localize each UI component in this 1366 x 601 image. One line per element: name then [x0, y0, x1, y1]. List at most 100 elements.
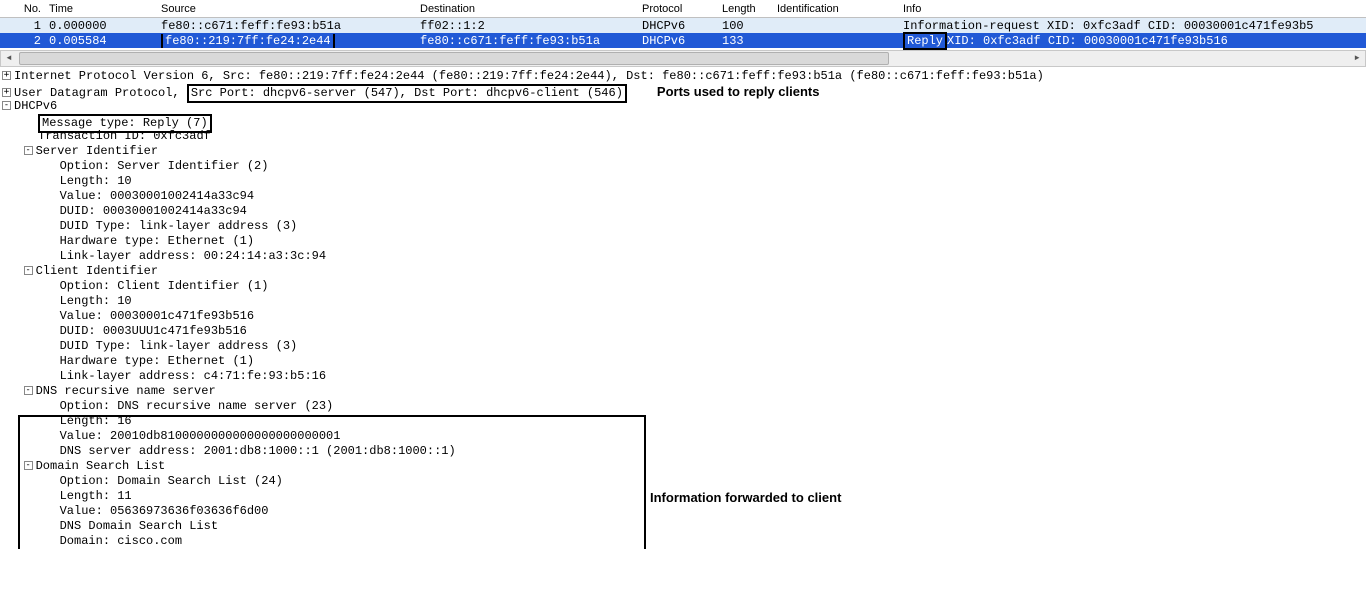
tree-line[interactable]: Value: 20010db8100000000000000000000001: [0, 429, 1366, 444]
column-header-ident[interactable]: Identification: [773, 2, 899, 16]
collapse-icon[interactable]: -: [2, 101, 11, 110]
tree-text: DUID: 00030001002414a33c94: [60, 204, 247, 218]
tree-line[interactable]: DUID: 00030001002414a33c94: [0, 204, 1366, 219]
tree-text: DUID: 0003UUU1c471fe93b516: [60, 324, 247, 338]
tree-text: Hardware type: Ethernet (1): [60, 354, 254, 368]
tree-line[interactable]: Value: 05636973636f03636f6d00: [0, 504, 1366, 519]
tree-text: Option: Domain Search List (24): [60, 474, 283, 488]
tree-line[interactable]: -DNS recursive name server: [0, 384, 1366, 399]
tree-line[interactable]: Transaction ID: 0xfc3adf: [0, 129, 1366, 144]
annotation-ports: Ports used to reply clients: [657, 84, 820, 99]
tree-line[interactable]: DUID: 0003UUU1c471fe93b516: [0, 324, 1366, 339]
column-header-info[interactable]: Info: [899, 2, 1366, 16]
column-header-dest[interactable]: Destination: [416, 2, 638, 16]
tree-line[interactable]: Option: Server Identifier (2): [0, 159, 1366, 174]
highlight-box: Reply: [903, 32, 947, 50]
cell-proto: DHCPv6: [638, 19, 718, 33]
tree-text: Link-layer address: 00:24:14:a3:3c:94: [60, 249, 326, 263]
tree-line[interactable]: DUID Type: link-layer address (3): [0, 339, 1366, 354]
column-header-length[interactable]: Length: [718, 2, 773, 16]
tree-line[interactable]: DNS Domain Search List: [0, 519, 1366, 534]
tree-text: Value: 00030001c471fe93b516: [60, 309, 254, 323]
horizontal-scrollbar[interactable]: ◄ ►: [0, 50, 1366, 67]
tree-text: Domain Search List: [36, 459, 166, 473]
tree-line[interactable]: -Domain Search List: [0, 459, 1366, 474]
tree-text: Option: DNS recursive name server (23): [60, 399, 334, 413]
column-header-source[interactable]: Source: [157, 2, 416, 16]
tree-line[interactable]: -Client Identifier: [0, 264, 1366, 279]
cell-length: 100: [718, 19, 773, 33]
tree-text: Value: 05636973636f03636f6d00: [60, 504, 269, 518]
column-header-proto[interactable]: Protocol: [638, 2, 718, 16]
tree-line[interactable]: Option: Domain Search List (24): [0, 474, 1366, 489]
expand-icon[interactable]: +: [2, 88, 11, 97]
tree-text: Value: 00030001002414a33c94: [60, 189, 254, 203]
tree-text: Length: 16: [60, 414, 132, 428]
cell-info-rest: XID: 0xfc3adf CID: 00030001c471fe93b516: [947, 34, 1228, 48]
tree-text: User Datagram Protocol,: [14, 86, 187, 100]
tree-text: DUID Type: link-layer address (3): [60, 219, 298, 233]
cell-no: 2: [0, 34, 45, 48]
tree-text: DUID Type: link-layer address (3): [60, 339, 298, 353]
tree-text: DNS Domain Search List: [60, 519, 218, 533]
collapse-icon[interactable]: -: [24, 386, 33, 395]
collapse-icon[interactable]: -: [24, 461, 33, 470]
tree-line[interactable]: -Server Identifier: [0, 144, 1366, 159]
tree-text: Client Identifier: [36, 264, 158, 278]
cell-length: 133: [718, 34, 773, 48]
tree-line[interactable]: Option: Client Identifier (1): [0, 279, 1366, 294]
tree-line[interactable]: DUID Type: link-layer address (3): [0, 219, 1366, 234]
scroll-thumb[interactable]: [19, 52, 889, 65]
cell-time: 0.000000: [45, 19, 157, 33]
tree-line[interactable]: +Internet Protocol Version 6, Src: fe80:…: [0, 69, 1366, 84]
tree-text: DNS recursive name server: [36, 384, 216, 398]
cell-info: Information-request XID: 0xfc3adf CID: 0…: [899, 19, 1366, 33]
tree-text: Value: 20010db8100000000000000000000001: [60, 429, 341, 443]
tree-text: Internet Protocol Version 6, Src: fe80::…: [14, 69, 1044, 83]
column-header-time[interactable]: Time: [45, 2, 157, 16]
tree-text: DNS server address: 2001:db8:1000::1 (20…: [60, 444, 456, 458]
tree-line[interactable]: Length: 10: [0, 174, 1366, 189]
tree-line[interactable]: Hardware type: Ethernet (1): [0, 234, 1366, 249]
tree-line[interactable]: Value: 00030001c471fe93b516: [0, 309, 1366, 324]
packet-row-selected[interactable]: 2 0.005584 fe80::219:7ff:fe24:2e44 fe80:…: [0, 33, 1366, 48]
tree-line[interactable]: Length: 10: [0, 294, 1366, 309]
packet-list: No. Time Source Destination Protocol Len…: [0, 0, 1366, 67]
tree-line[interactable]: Domain: cisco.com: [0, 534, 1366, 549]
cell-no: 1: [0, 19, 45, 33]
cell-info: Reply XID: 0xfc3adf CID: 00030001c471fe9…: [899, 32, 1366, 50]
tree-line[interactable]: DNS server address: 2001:db8:1000::1 (20…: [0, 444, 1366, 459]
annotation-info-forwarded: Information forwarded to client: [650, 490, 841, 505]
tree-line[interactable]: Link-layer address: 00:24:14:a3:3c:94: [0, 249, 1366, 264]
expand-icon[interactable]: +: [2, 71, 11, 80]
tree-text: Length: 10: [60, 174, 132, 188]
tree-line[interactable]: Value: 00030001002414a33c94: [0, 189, 1366, 204]
highlight-box: Src Port: dhcpv6-server (547), Dst Port:…: [187, 84, 627, 103]
tree-text: Length: 11: [60, 489, 132, 503]
column-header-no[interactable]: No.: [0, 2, 45, 16]
cell-dest: ff02::1:2: [416, 19, 638, 33]
tree-text: DHCPv6: [14, 99, 57, 113]
tree-line[interactable]: Option: DNS recursive name server (23): [0, 399, 1366, 414]
packet-list-header: No. Time Source Destination Protocol Len…: [0, 0, 1366, 18]
tree-text: Domain: cisco.com: [60, 534, 182, 548]
cell-proto: DHCPv6: [638, 34, 718, 48]
tree-text: Length: 10: [60, 294, 132, 308]
tree-text: Option: Client Identifier (1): [60, 279, 269, 293]
tree-text: Option: Server Identifier (2): [60, 159, 269, 173]
tree-text: Hardware type: Ethernet (1): [60, 234, 254, 248]
packet-details-pane[interactable]: +Internet Protocol Version 6, Src: fe80:…: [0, 67, 1366, 549]
tree-line[interactable]: Message type: Reply (7): [0, 114, 1366, 129]
scroll-right-icon[interactable]: ►: [1349, 51, 1365, 66]
collapse-icon[interactable]: -: [24, 266, 33, 275]
tree-line[interactable]: Hardware type: Ethernet (1): [0, 354, 1366, 369]
collapse-icon[interactable]: -: [24, 146, 33, 155]
scroll-left-icon[interactable]: ◄: [1, 51, 17, 66]
tree-line[interactable]: Length: 16: [0, 414, 1366, 429]
tree-text: Transaction ID: 0xfc3adf: [38, 129, 211, 143]
cell-dest: fe80::c671:feff:fe93:b51a: [416, 34, 638, 48]
tree-line[interactable]: Link-layer address: c4:71:fe:93:b5:16: [0, 369, 1366, 384]
tree-line[interactable]: +User Datagram Protocol, Src Port: dhcpv…: [0, 84, 1366, 99]
tree-text: Server Identifier: [36, 144, 158, 158]
tree-text: Link-layer address: c4:71:fe:93:b5:16: [60, 369, 326, 383]
